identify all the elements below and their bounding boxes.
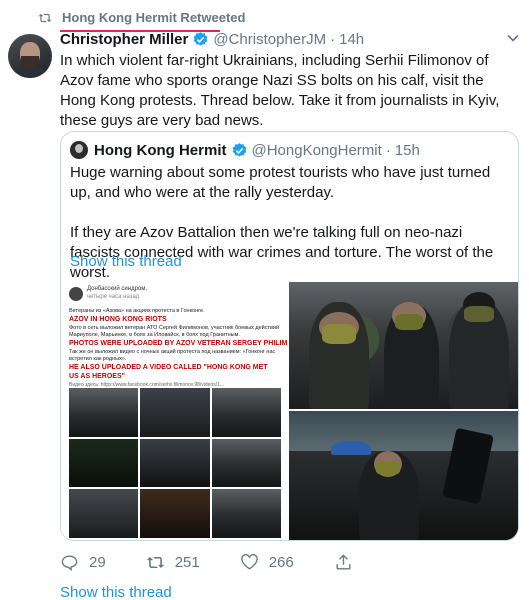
doc-photo: [211, 438, 281, 488]
author-handle[interactable]: @ChristopherJM: [213, 31, 326, 48]
media-image-post-screenshot[interactable]: Донбасский синдром, четыре часа назад Ве…: [61, 282, 289, 540]
share-button[interactable]: [334, 553, 363, 572]
photo-umbrella: [331, 441, 371, 455]
verified-badge-icon: [193, 32, 208, 46]
reply-count: 29: [89, 554, 106, 571]
doc-photo: [140, 438, 210, 488]
show-thread-link[interactable]: Show this thread: [60, 584, 172, 600]
reply-icon: [61, 555, 78, 572]
separator-dot: ·: [330, 31, 336, 48]
quoted-tweet-header: Hong Kong Hermit @HongKongHermit · 15h: [70, 141, 420, 159]
quoted-timestamp: 15h: [394, 141, 420, 159]
channel-name: Донбасский синдром, четыре часа назад: [87, 286, 148, 300]
quoted-author-avatar: [70, 141, 88, 159]
channel-avatar: [69, 287, 83, 301]
doc-line-2: Фото в сеть выложил ветеран АТО Сергей Ф…: [69, 325, 280, 331]
quoted-author-handle: @HongKongHermit: [251, 141, 382, 159]
quoted-paragraph-1: Huge warning about some protest tourists…: [70, 164, 491, 201]
tweet-header: Christopher Miller @ChristopherJM · 14h: [60, 31, 364, 48]
share-icon: [336, 554, 351, 570]
doc-line-3: Мариуполе, Марьинке, в боях за Иловайск,…: [69, 332, 240, 338]
doc-photo: [69, 438, 139, 488]
separator-dot: ·: [385, 141, 391, 159]
like-button[interactable]: 266: [240, 553, 294, 572]
doc-photo: [140, 489, 210, 538]
photo-mask: [395, 314, 423, 330]
author-avatar[interactable]: [8, 34, 52, 78]
retweet-count: 251: [174, 554, 200, 571]
heart-icon: [241, 554, 258, 570]
post-screenshot: Донбасский синдром, четыре часа назад Ве…: [67, 282, 287, 540]
reply-button[interactable]: 29: [60, 553, 106, 572]
media-grid: Донбасский синдром, четыре часа назад Ве…: [61, 282, 518, 540]
retweet-icon: [146, 556, 164, 569]
media-image-protest-crowd[interactable]: [289, 411, 518, 540]
retweet-context[interactable]: Hong Kong Hermit Retweeted: [38, 10, 245, 25]
doc-caption-photos: PHOTOS WERE UPLOADED BY AZOV VETERAN SER…: [69, 339, 287, 348]
doc-photo: [69, 388, 139, 437]
like-count: 266: [268, 554, 294, 571]
photo-mask: [464, 306, 494, 322]
doc-line-4: Так же он выложил видео с ночных акций п…: [69, 349, 276, 355]
quoted-tweet[interactable]: Hong Kong Hermit @HongKongHermit · 15h H…: [60, 131, 519, 541]
media-image-masked-men[interactable]: [289, 282, 518, 411]
retweet-label[interactable]: Hong Kong Hermit Retweeted: [62, 10, 245, 25]
tweet-text: In which violent far-right Ukrainians, i…: [60, 52, 500, 129]
quoted-show-thread-link[interactable]: Show this thread: [70, 253, 182, 270]
doc-photo: [69, 489, 139, 538]
doc-photo-grid: [69, 388, 281, 538]
verified-badge-icon: [232, 142, 246, 157]
retweet-icon: [38, 13, 52, 22]
retweet-button[interactable]: 251: [146, 553, 200, 572]
doc-line-1: Ветераны из «Азова» на акциях протеста в…: [69, 308, 205, 314]
doc-photo: [140, 388, 210, 437]
tweet-actions: 29 251 266: [60, 553, 403, 572]
doc-photo: [211, 489, 281, 538]
doc-line-5: встретил как родных».: [69, 356, 127, 362]
doc-photo: [211, 388, 281, 437]
tweet-timestamp[interactable]: 14h: [339, 31, 364, 48]
quoted-author-name: Hong Kong Hermit: [94, 141, 227, 159]
chevron-down-icon[interactable]: [507, 32, 519, 44]
doc-caption-azov: AZOV IN HONG KONG RIOTS: [69, 315, 167, 324]
photo-mask: [322, 324, 356, 344]
photo-mask: [376, 461, 400, 475]
author-name[interactable]: Christopher Miller: [60, 31, 188, 48]
doc-caption-video: HE ALSO UPLOADED A VIDEO CALLED "HONG KO…: [69, 363, 279, 381]
